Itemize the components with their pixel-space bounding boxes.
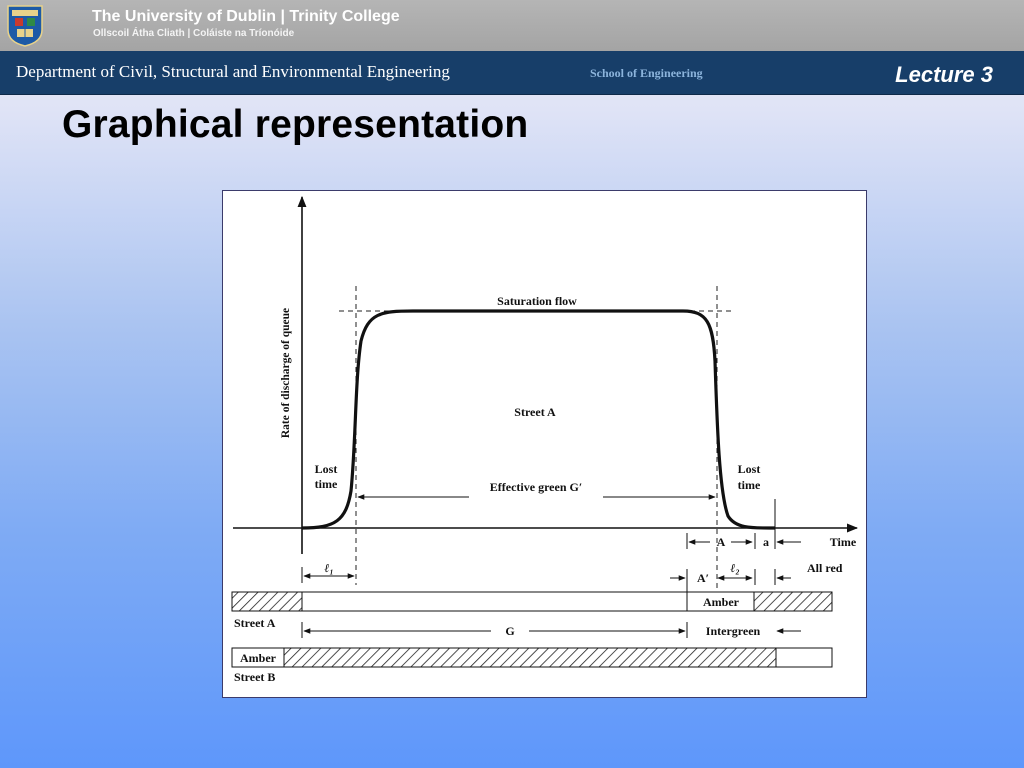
lost-time-left-line2: time [315, 477, 338, 491]
label-G: G [505, 624, 514, 638]
saturation-flow-label: Saturation flow [497, 294, 577, 308]
university-subtitle: Ollscoil Átha Cliath | Coláiste na Tríon… [93, 28, 295, 39]
y-axis-label: Rate of discharge of queue [280, 308, 292, 438]
x-axis-label: Time [830, 535, 857, 549]
school-name: School of Engineering [590, 66, 703, 80]
saturation-flow-diagram: Saturation flow Street A Rate of dischar… [222, 190, 867, 698]
lost-time-right-line1: Lost [738, 462, 761, 476]
lecture-label: Lecture 3 [895, 62, 993, 87]
street-a-row-label: Street A [234, 616, 276, 630]
street-b-red [283, 647, 777, 668]
intergreen-label: Intergreen [706, 624, 761, 638]
amber-a-label: Amber [703, 595, 740, 609]
street-b-row-label: Street B [234, 670, 275, 684]
discharge-curve [301, 309, 776, 530]
label-A: A [717, 535, 726, 549]
street-a-red-right [753, 591, 833, 612]
lost-time-left-line1: Lost [315, 462, 338, 476]
lost-time-right-line2: time [738, 478, 761, 492]
label-l1: ℓ₁ [324, 561, 333, 575]
amber-b-label: Amber [240, 651, 277, 665]
label-l2: ℓ₂ [730, 561, 739, 575]
label-a: a [763, 535, 769, 549]
department-name: Department of Civil, Structural and Envi… [16, 62, 450, 81]
slide-title: Graphical representation [62, 103, 529, 146]
all-red-label: All red [807, 561, 843, 575]
diagram-canvas: Saturation flow Street A Rate of dischar… [231, 195, 859, 684]
street-a-red-left [231, 591, 303, 612]
trinity-crest-icon [7, 5, 43, 47]
label-A-prime: A′ [697, 571, 709, 585]
street-a-green [301, 591, 688, 612]
street-a-curve-label: Street A [514, 405, 556, 419]
university-header-bar: The University of Dublin | Trinity Colle… [0, 0, 1024, 51]
university-title: The University of Dublin | Trinity Colle… [92, 8, 400, 25]
street-b-green [775, 647, 833, 668]
effective-green-label: Effective green G′ [490, 480, 582, 494]
